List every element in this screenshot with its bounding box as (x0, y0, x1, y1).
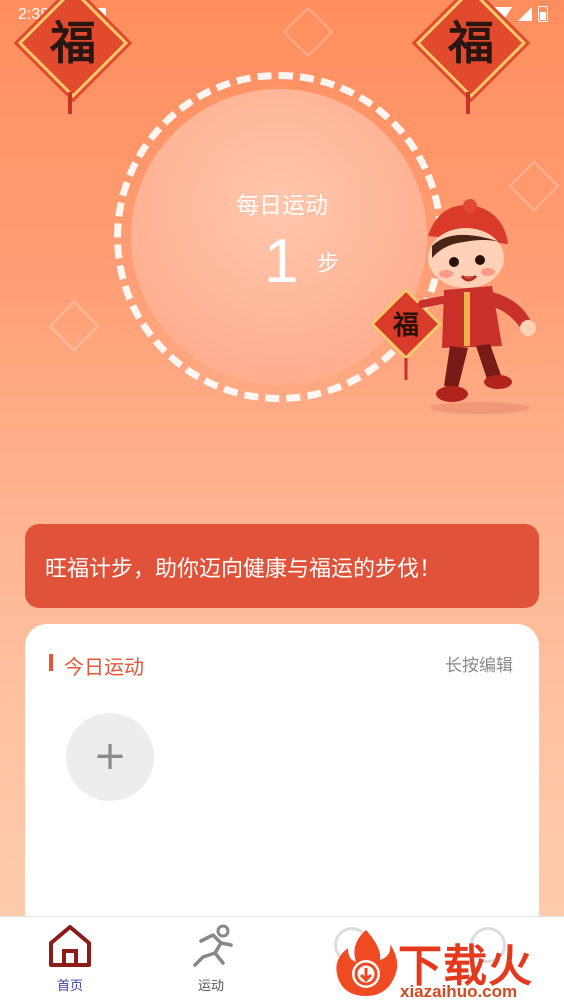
running-icon (193, 924, 233, 967)
home-icon (49, 925, 91, 967)
plus-icon: + (93, 733, 127, 779)
tab-home[interactable]: 首页 (30, 923, 110, 994)
tab-sport[interactable]: 运动 (171, 923, 251, 994)
add-exercise-button[interactable]: + (66, 713, 154, 801)
signal-icon (518, 7, 532, 21)
today-exercise-card: 今日运动 长按编辑 + (25, 624, 539, 944)
watermark-overlay: 下载火 xiazaihuo.com (328, 924, 564, 1004)
tab-sport-label: 运动 (197, 979, 224, 994)
svg-text:福: 福 (392, 311, 419, 341)
today-exercise-title: 今日运动 (64, 655, 144, 679)
tassel-right (466, 92, 470, 114)
step-count: 1 (264, 227, 299, 296)
section-indicator (49, 654, 53, 671)
tab-home-label: 首页 (56, 979, 83, 994)
long-press-edit-hint[interactable]: 长按编辑 (445, 651, 513, 676)
watermark-url: xiazaihuo.com (400, 982, 518, 1001)
mascot-boy-illustration: 福 (372, 199, 536, 414)
flame-logo-icon (336, 930, 398, 996)
slogan-text: 旺福计步，助你迈向健康与福运的步伐！ (45, 557, 442, 582)
tassel-left (68, 92, 72, 114)
faint-diamond-decoration (48, 300, 100, 352)
step-unit: 步 (317, 252, 340, 277)
battery-icon (538, 6, 548, 22)
slogan-banner: 旺福计步，助你迈向健康与福运的步伐！ (25, 524, 539, 608)
